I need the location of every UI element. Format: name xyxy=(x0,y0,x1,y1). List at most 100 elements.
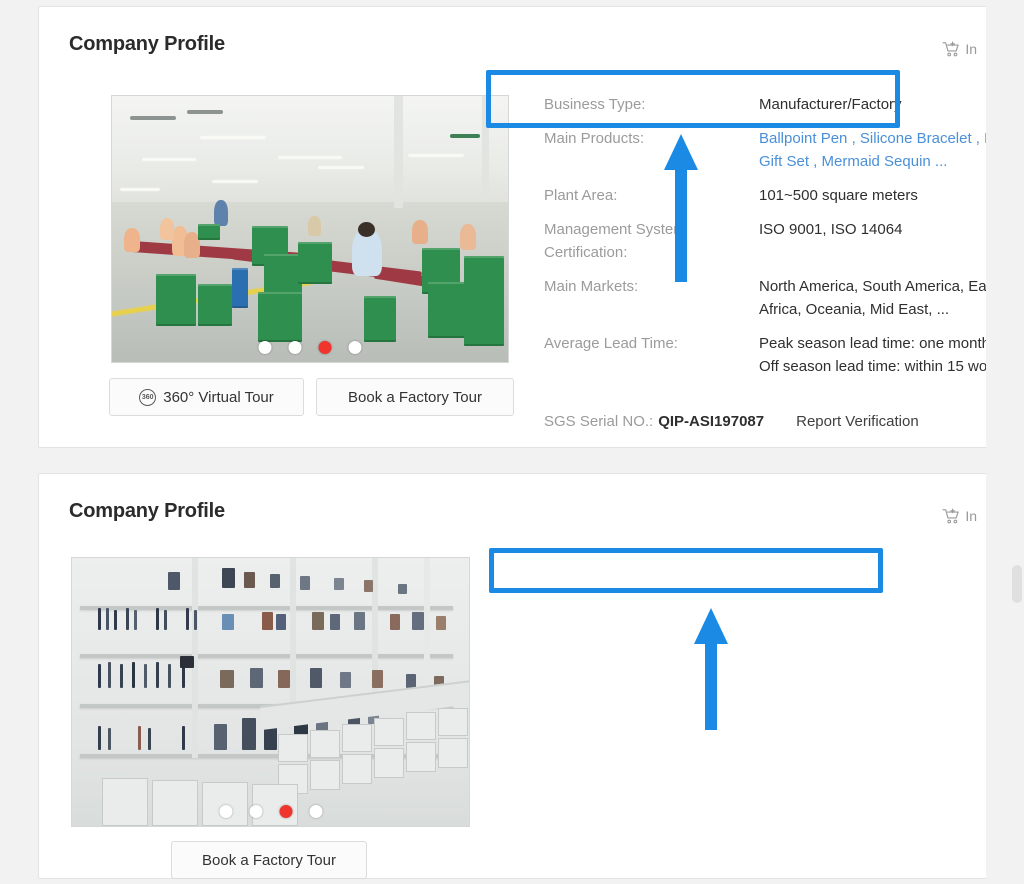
pen-a2 xyxy=(106,608,109,630)
spec-label-management-certification-line2: Certification: xyxy=(544,244,628,261)
crate-7 xyxy=(298,242,332,284)
carousel-dot-3-active[interactable] xyxy=(279,805,292,818)
serial-row-card-1: SGS Serial NO.: QIP-ASI197087 Report Ver… xyxy=(544,413,919,430)
company-photo-card-1[interactable] xyxy=(111,95,509,363)
spec-value-business-type: Manufacturer/Factory xyxy=(759,96,902,113)
pen-e3 xyxy=(138,726,141,750)
pen-a4 xyxy=(126,608,129,630)
spec-row-management-certification: Management System Certification: ISO 900… xyxy=(544,218,986,264)
pen-d6 xyxy=(156,662,159,688)
spec-value-main-markets-line1: North America, South America, Easter xyxy=(759,278,986,295)
spec-value-main-products-line2[interactable]: Gift Set , Mermaid Sequin ... xyxy=(759,150,986,173)
book-factory-tour-label: Book a Factory Tour xyxy=(348,388,482,406)
book-factory-tour-label: Book a Factory Tour xyxy=(202,851,336,869)
spec-row-main-markets: Main Markets: North America, South Ameri… xyxy=(544,275,986,321)
worker-9 xyxy=(308,216,321,236)
spec-row-business-type: Business Type: Manufacturer/Factory xyxy=(544,93,986,116)
crate-5 xyxy=(198,284,232,326)
cubicle-13 xyxy=(102,778,148,826)
carousel-dot-2[interactable] xyxy=(249,805,262,818)
worker-6-head xyxy=(358,222,375,237)
carousel-dot-2[interactable] xyxy=(288,341,302,354)
shelf-2 xyxy=(79,654,454,658)
report-verification-link-card-1[interactable]: Report Verification xyxy=(796,413,919,430)
inquiry-label: In xyxy=(965,508,977,524)
pen-e2 xyxy=(108,728,111,750)
spec-label-business-type: Business Type: xyxy=(544,96,646,113)
spec-value-main-markets-line2: Africa, Oceania, Mid East, ... xyxy=(759,301,950,318)
spec-value-main-markets: North America, South America, Easter Afr… xyxy=(759,275,986,321)
spec-row-plant-area: Plant Area: 101~500 square meters xyxy=(544,184,986,207)
carousel-dot-4[interactable] xyxy=(348,341,362,354)
light-tube-4 xyxy=(278,156,342,159)
company-photo-card-2[interactable] xyxy=(71,557,470,827)
item-d11 xyxy=(250,668,263,688)
spec-label-plant-area: Plant Area: xyxy=(544,187,618,204)
light-tube-7 xyxy=(120,188,160,191)
worker-5 xyxy=(160,218,174,240)
worker-2 xyxy=(124,228,140,252)
item-b1 xyxy=(222,614,234,630)
action-buttons-card-2: Book a Factory Tour xyxy=(171,841,367,879)
pen-e5 xyxy=(182,726,185,750)
spec-value-average-lead-time-line2: Off season lead time: within 15 workd xyxy=(759,358,986,375)
pen-a6 xyxy=(156,608,159,630)
pen-d2 xyxy=(108,662,111,688)
item-c2 xyxy=(222,568,235,588)
content-viewport: Company Profile In 360 360° Virtual Tour… xyxy=(0,0,986,884)
light-tube-6 xyxy=(408,154,464,157)
spec-value-main-products[interactable]: Ballpoint Pen , Silicone Bracelet , Nam … xyxy=(759,127,986,173)
carousel-dot-4[interactable] xyxy=(309,805,322,818)
cubicle-2 xyxy=(310,730,340,758)
item-b2 xyxy=(262,612,273,630)
ceiling-fan-2 xyxy=(187,110,223,114)
scrollbar-thumb[interactable] xyxy=(1012,565,1022,603)
pillar-2 xyxy=(482,96,489,200)
item-c7 xyxy=(364,580,373,592)
carousel-dots-card-1[interactable] xyxy=(258,341,362,354)
media-column-card-2: Book a Factory Tour xyxy=(71,557,470,879)
inquiry-basket-link-card-1[interactable]: In xyxy=(942,41,977,57)
item-d15 xyxy=(372,670,383,688)
spec-label-main-products: Main Products: xyxy=(544,130,645,147)
crate-1 xyxy=(198,224,220,240)
carousel-dot-3-active[interactable] xyxy=(318,341,332,354)
crate-6 xyxy=(258,292,302,342)
company-profile-card-1: Company Profile In 360 360° Virtual Tour… xyxy=(38,6,986,448)
action-buttons-card-1: 360 360° Virtual Tour Book a Factory Tou… xyxy=(109,378,514,416)
spec-row-main-products: Main Products: Ballpoint Pen , Silicone … xyxy=(544,127,986,173)
spec-value-management-certification: ISO 9001, ISO 14064 xyxy=(759,221,903,238)
book-factory-tour-button-card-2[interactable]: Book a Factory Tour xyxy=(171,841,367,879)
carousel-dot-1[interactable] xyxy=(219,805,232,818)
pen-d3 xyxy=(120,664,123,688)
cubicle-4 xyxy=(374,718,404,746)
item-b8 xyxy=(412,612,424,630)
360-badge-icon: 360 xyxy=(139,388,157,406)
item-b9 xyxy=(436,616,446,630)
inquiry-basket-link-card-2[interactable]: In xyxy=(942,508,977,524)
pillar-1 xyxy=(394,96,403,208)
pen-d5 xyxy=(144,664,147,688)
cubicle-12 xyxy=(438,738,468,768)
virtual-tour-button[interactable]: 360 360° Virtual Tour xyxy=(109,378,304,416)
item-e7 xyxy=(242,718,256,750)
spec-value-average-lead-time-line1: Peak season lead time: one month xyxy=(759,335,986,352)
book-factory-tour-button-card-1[interactable]: Book a Factory Tour xyxy=(316,378,514,416)
pen-a7 xyxy=(164,610,167,630)
item-b6 xyxy=(354,612,365,630)
item-d10 xyxy=(220,670,234,688)
item-e6 xyxy=(214,724,227,750)
blue-bin xyxy=(232,268,248,308)
pen-a5 xyxy=(134,610,137,630)
carousel-dot-1[interactable] xyxy=(258,341,272,354)
ceiling-fan-3 xyxy=(450,134,480,138)
cubicle-10 xyxy=(374,748,404,778)
spec-list-card-1: Business Type: Manufacturer/Factory Main… xyxy=(544,93,986,389)
cubicle-5 xyxy=(406,712,436,740)
pen-d1 xyxy=(98,664,101,688)
spec-label-management-certification: Management System Certification: xyxy=(544,218,759,264)
spec-value-main-products-line1[interactable]: Ballpoint Pen , Silicone Bracelet , Nam xyxy=(759,127,986,150)
virtual-tour-button-label: 360° Virtual Tour xyxy=(163,388,274,406)
carousel-dots-card-2[interactable] xyxy=(219,805,322,818)
item-d16 xyxy=(406,674,416,688)
